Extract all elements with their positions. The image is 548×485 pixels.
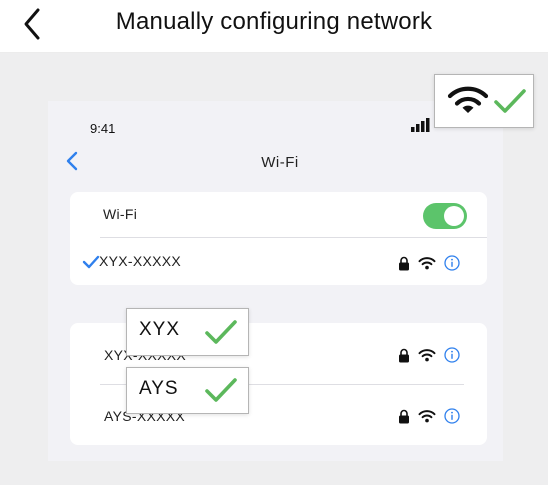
connected-network-icons xyxy=(398,255,460,271)
info-icon[interactable] xyxy=(444,347,460,363)
network-item-icons xyxy=(398,408,460,424)
callout-label: XYX xyxy=(139,319,181,340)
wifi-connected-badge xyxy=(434,74,534,128)
lock-icon xyxy=(398,409,410,424)
callout-label: AYS xyxy=(139,378,179,399)
info-icon[interactable] xyxy=(444,255,460,271)
cellular-signal-icon xyxy=(411,118,430,132)
wifi-toggle[interactable] xyxy=(423,203,467,229)
wifi-signal-icon xyxy=(418,409,436,423)
lock-icon xyxy=(398,348,410,363)
toggle-knob xyxy=(444,206,464,226)
lock-icon xyxy=(398,256,410,271)
callout-xyx: XYX xyxy=(126,308,249,356)
wifi-signal-icon xyxy=(418,348,436,362)
callout-ays: AYS xyxy=(126,367,249,414)
wifi-screen-title: Wi-Fi xyxy=(261,154,299,171)
checkmark-icon xyxy=(205,320,237,344)
wifi-signal-icon xyxy=(418,256,436,270)
checkmark-icon xyxy=(205,378,237,402)
info-icon[interactable] xyxy=(444,408,460,424)
wifi-icon xyxy=(447,86,489,113)
network-item-icons xyxy=(398,347,460,363)
connected-checkmark-icon xyxy=(82,255,100,269)
checkmark-icon xyxy=(494,89,526,113)
page-title: Manually configuring network xyxy=(115,8,433,35)
divider xyxy=(100,237,487,238)
top-bar: Manually configuring network xyxy=(0,0,548,53)
wifi-toggle-label: Wi-Fi xyxy=(103,206,138,222)
connected-network-name: XYX-XXXXX xyxy=(99,253,182,269)
status-time: 9:41 xyxy=(90,121,116,136)
